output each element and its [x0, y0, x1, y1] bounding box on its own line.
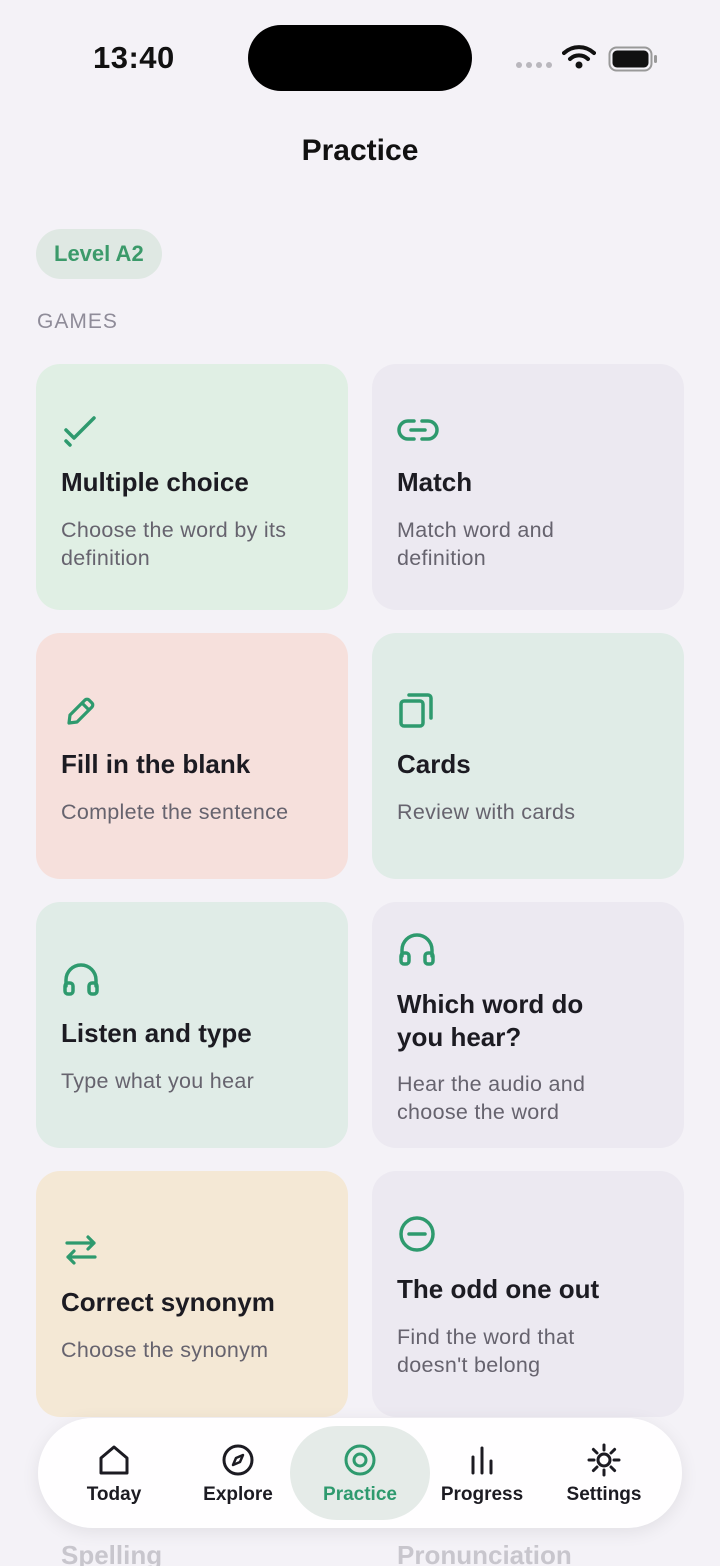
card-title: Match: [397, 467, 473, 497]
card-title: The odd one out: [397, 1274, 600, 1304]
compass-icon: [222, 1444, 254, 1476]
game-card-listen-and-type[interactable]: Listen and type Type what you hear: [36, 902, 348, 1148]
card-description: Review with cards: [397, 800, 576, 824]
cellular-signal-icon: [516, 62, 552, 68]
game-card-multiple-choice[interactable]: Multiple choice Choose the word by its d…: [36, 364, 348, 610]
tab-bar: Today Explore Practice Progress Settings: [38, 1418, 682, 1528]
game-card-fill-in-the-blank[interactable]: Fill in the blank Complete the sentence: [36, 633, 348, 879]
tab-label: Progress: [440, 1484, 524, 1505]
status-bar: 13:40: [0, 0, 720, 110]
cards-icon: [399, 693, 433, 728]
minus-circle-icon: [399, 1216, 435, 1252]
game-card-the-odd-one-out[interactable]: The odd one out Find the word that doesn…: [372, 1171, 684, 1417]
section-label-games: GAMES: [37, 310, 118, 333]
tab-settings[interactable]: Settings: [540, 1418, 668, 1528]
headphones-icon: [63, 963, 99, 996]
card-description: Match word and definition: [397, 518, 555, 570]
card-description: Hear the audio and choose the word: [397, 1072, 586, 1124]
home-icon: [99, 1445, 129, 1475]
game-card-correct-synonym[interactable]: Correct synonym Choose the synonym: [36, 1171, 348, 1417]
card-description: Choose the synonym: [61, 1338, 269, 1362]
card-description: Find the word that doesn't belong: [397, 1325, 575, 1377]
link-icon: [397, 419, 439, 441]
card-description: Choose the word by its definition: [61, 518, 287, 570]
card-title: Listen and type: [61, 1018, 252, 1048]
tab-label: Explore: [203, 1484, 273, 1505]
card-title: Fill in the blank: [61, 749, 251, 779]
status-time: 13:40: [93, 40, 175, 75]
game-card-spelling-title: Spelling: [61, 1540, 163, 1566]
card-title: Which word do you hear?: [397, 989, 584, 1052]
tab-practice[interactable]: Practice: [290, 1418, 430, 1528]
tab-label: Practice: [323, 1484, 397, 1505]
card-title: Multiple choice: [61, 467, 249, 497]
gear-icon: [587, 1443, 621, 1477]
tab-explore[interactable]: Explore: [174, 1418, 302, 1528]
page-title: Practice: [301, 134, 419, 167]
card-description: Type what you hear: [61, 1069, 255, 1093]
tab-label: Today: [86, 1484, 142, 1505]
headphones-icon: [399, 933, 435, 966]
target-icon: [344, 1444, 376, 1476]
checkmark-icon: [64, 416, 96, 447]
swap-arrows-icon: [65, 1235, 97, 1265]
game-card-cards[interactable]: Cards Review with cards: [372, 633, 684, 879]
card-title: Correct synonym: [61, 1287, 275, 1317]
wifi-icon: [562, 45, 596, 69]
tab-label: Settings: [566, 1484, 642, 1505]
game-card-which-word-do-you-hear[interactable]: Which word do you hear? Hear the audio a…: [372, 902, 684, 1148]
tab-progress[interactable]: Progress: [418, 1418, 546, 1528]
tab-today[interactable]: Today: [50, 1418, 178, 1528]
game-card-pronunciation-title: Pronunciation: [397, 1540, 572, 1566]
dynamic-island: [248, 25, 472, 91]
pencil-icon: [67, 697, 95, 725]
card-description: Complete the sentence: [61, 800, 289, 824]
battery-icon: [608, 46, 657, 72]
bar-chart-icon: [471, 1446, 493, 1475]
game-card-match[interactable]: Match Match word and definition: [372, 364, 684, 610]
level-badge[interactable]: Level A2: [36, 229, 162, 279]
card-title: Cards: [397, 749, 471, 779]
